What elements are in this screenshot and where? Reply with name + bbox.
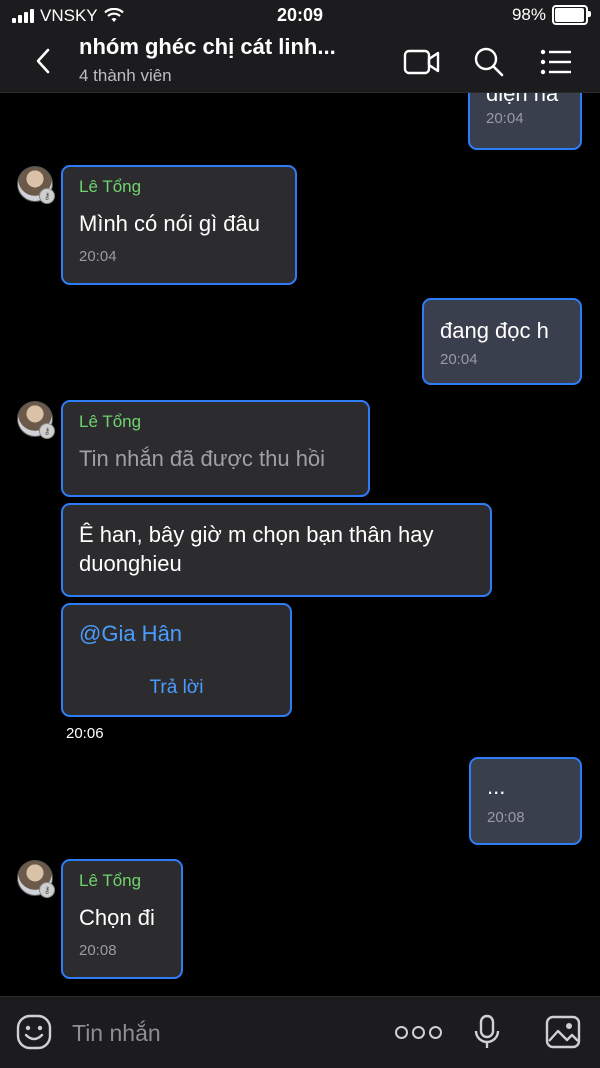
message-incoming[interactable]: Lê Tổng Chọn đi 20:08 (61, 859, 183, 979)
message-text: Chọn đi (79, 905, 155, 930)
search-button[interactable] (469, 42, 509, 82)
video-camera-icon (403, 49, 440, 75)
message-outgoing[interactable]: ... 20:08 (469, 757, 582, 845)
chevron-left-icon (36, 48, 50, 74)
message-text: Mình có nói gì đâu (79, 211, 261, 236)
message-text: Ê han, bây giờ m chọn bạn thân hay duong… (79, 522, 434, 576)
message-input[interactable] (70, 1015, 374, 1051)
message-time: 20:04 (486, 110, 524, 127)
key-icon: ⚷ (39, 882, 55, 898)
image-button[interactable] (544, 1013, 582, 1051)
message-incoming[interactable]: Lê Tổng Tin nhắn đã được thu hồi (61, 400, 370, 497)
status-bar: VNSKY 20:09 98% (0, 0, 600, 32)
group-title[interactable]: nhóm ghéc chị cát linh... (79, 34, 336, 60)
list-menu-icon (540, 49, 571, 75)
avatar[interactable]: ⚷ (17, 166, 55, 204)
mention-link[interactable]: @Gia Hân (79, 621, 274, 647)
back-button[interactable] (28, 44, 58, 78)
image-icon (545, 1015, 581, 1049)
sender-name[interactable]: Lê Tổng (79, 871, 165, 891)
message-text: điện ha (486, 93, 559, 106)
mention-message[interactable]: @Gia Hân Trả lời (61, 603, 292, 717)
message-text: ... (487, 774, 506, 799)
status-time: 20:09 (276, 5, 324, 25)
message-outgoing[interactable]: đang đọc h 20:04 (422, 298, 582, 385)
composer-bar (0, 996, 600, 1068)
key-icon: ⚷ (39, 188, 55, 204)
search-icon (474, 47, 504, 77)
video-call-button[interactable] (402, 42, 442, 82)
message-outgoing[interactable]: điện ha 20:04 (468, 93, 582, 150)
message-time: 20:04 (440, 351, 478, 368)
battery-percent: 98% (511, 5, 546, 24)
avatar[interactable]: ⚷ (17, 860, 55, 898)
emoji-button[interactable] (15, 1013, 53, 1051)
more-dots-icon (394, 1025, 442, 1039)
recalled-message-text: Tin nhắn đã được thu hồi (79, 446, 326, 471)
reply-button[interactable]: Trả lời (79, 677, 274, 699)
message-time: 20:04 (79, 248, 117, 265)
message-time: 20:08 (487, 809, 525, 826)
message-incoming[interactable]: Lê Tổng Mình có nói gì đâu 20:04 (61, 165, 297, 285)
avatar[interactable]: ⚷ (17, 401, 55, 439)
message-time: 20:08 (79, 942, 117, 959)
microphone-icon (474, 1014, 500, 1048)
emoji-icon (16, 1014, 52, 1050)
chat-messages[interactable]: điện ha 20:04 ⚷ Lê Tổng Mình có nói gì đ… (0, 93, 600, 995)
chat-header: nhóm ghéc chị cát linh... 4 thành viên (0, 32, 600, 93)
sender-name[interactable]: Lê Tổng (79, 412, 352, 432)
message-time: 20:06 (66, 725, 104, 742)
member-count: 4 thành viên (79, 66, 172, 85)
voice-button[interactable] (468, 1013, 506, 1051)
menu-button[interactable] (536, 42, 576, 82)
key-icon: ⚷ (39, 423, 55, 439)
status-right: 98% (511, 5, 591, 25)
sender-name[interactable]: Lê Tổng (79, 177, 279, 197)
message-text: đang đọc h (440, 318, 549, 343)
message-incoming[interactable]: Ê han, bây giờ m chọn bạn thân hay duong… (61, 503, 492, 597)
battery-icon (552, 5, 591, 25)
more-button[interactable] (394, 1013, 442, 1051)
